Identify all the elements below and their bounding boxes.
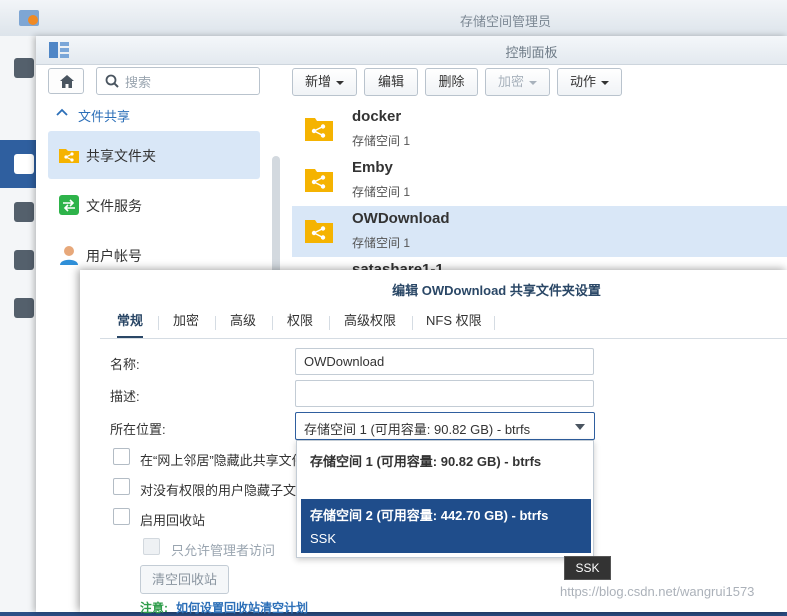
encrypt-button[interactable]: 加密 (485, 68, 550, 96)
folder-row[interactable]: docker 存储空间 1 (292, 104, 787, 155)
note: 注意: 如何设置回收站清空计划 (140, 599, 308, 616)
section-label: 文件共享 (78, 109, 131, 124)
shared-folder-icon (305, 118, 333, 141)
folder-name: docker (352, 108, 402, 125)
watermark: https://blog.csdn.net/wangrui1573 (560, 584, 755, 599)
tab-general[interactable]: 常规 (117, 308, 144, 338)
hide-network-label: 在“网上邻居”隐藏此共享文件 (140, 453, 305, 468)
chevron-down-icon (575, 424, 585, 430)
folder-name: Emby (352, 159, 393, 176)
sidebar-item-shared-folder[interactable]: 共享文件夹 (48, 131, 260, 179)
nav-label: 用户帐号 (86, 248, 142, 264)
sidebar-item-iscsi[interactable] (0, 188, 36, 236)
section-file-sharing[interactable]: 文件共享 (48, 98, 260, 128)
empty-recycle-bin-button[interactable]: 清空回收站 (140, 565, 229, 594)
chevron-down-icon (336, 80, 344, 85)
storage-manager-titlebar: 存储空间管理员 (0, 0, 787, 37)
name-label: 名称: (110, 357, 140, 372)
tab-separator (494, 316, 495, 330)
hide-network-checkbox[interactable] (113, 448, 130, 465)
sidebar-item-file-services[interactable]: 文件服务 (48, 181, 260, 229)
note-key: 注意: (140, 601, 168, 615)
shared-folder-icon (305, 220, 333, 243)
action-label: 动作 (569, 74, 596, 89)
tab-separator (272, 316, 273, 330)
iscsi-icon (14, 202, 34, 222)
admin-only-label: 只允许管理者访问 (171, 543, 276, 558)
home-button[interactable] (48, 68, 84, 94)
name-field[interactable] (295, 348, 594, 375)
encrypt-label: 加密 (497, 74, 524, 89)
dialog-title: 编辑 OWDownload 共享文件夹设置 (392, 283, 601, 298)
chevron-up-icon (56, 108, 68, 116)
shared-folder-icon (59, 149, 79, 163)
tab-separator (329, 316, 330, 330)
sidebar-item-overview[interactable] (0, 44, 36, 92)
search-input[interactable] (123, 72, 257, 92)
nav-label: 共享文件夹 (86, 148, 156, 164)
tab-separator (215, 316, 216, 330)
delete-button[interactable]: 删除 (425, 68, 478, 96)
folder-volume: 存储空间 1 (352, 236, 411, 250)
search-field[interactable] (96, 67, 260, 95)
storage-manager-title: 存储空间管理员 (459, 14, 551, 29)
tab-advanced[interactable]: 高级 (230, 308, 256, 338)
tab-separator (158, 316, 159, 330)
admin-only-checkbox[interactable] (143, 538, 160, 555)
dropdown-option-selected[interactable]: 存储空间 2 (可用容量: 442.70 GB) - btrfs SSK (301, 499, 591, 553)
description-field[interactable] (295, 380, 594, 407)
chevron-down-icon (601, 80, 609, 85)
folder-volume: 存储空间 1 (352, 134, 411, 148)
sidebar-item-hdd[interactable] (0, 236, 36, 284)
description-label: 描述: (110, 389, 140, 404)
hide-subfolders-checkbox[interactable] (113, 478, 130, 495)
option-sublabel: SSK (310, 531, 337, 546)
recycle-bin-checkbox[interactable] (113, 508, 130, 525)
sidebar-item-volume[interactable] (0, 140, 36, 188)
location-label: 所在位置: (110, 422, 166, 437)
home-icon (60, 75, 74, 88)
search-icon (105, 74, 119, 88)
hdd-icon (14, 250, 34, 270)
folder-name: OWDownload (352, 210, 450, 227)
edit-button[interactable]: 编辑 (364, 68, 418, 96)
dropdown-option[interactable]: 存储空间 1 (可用容量: 90.82 GB) - btrfs (297, 441, 593, 471)
shared-folder-icon (305, 169, 333, 192)
tab-encryption[interactable]: 加密 (173, 308, 199, 338)
tab-advanced-permissions[interactable]: 高级权限 (344, 308, 396, 338)
volume-icon (14, 154, 34, 174)
tab-nfs-permissions[interactable]: NFS 权限 (426, 308, 482, 338)
recycle-bin-label: 启用回收站 (140, 513, 206, 528)
location-dropdown-list: 存储空间 1 (可用容量: 90.82 GB) - btrfs 存储空间 2 (… (296, 440, 594, 558)
folder-row[interactable]: satashare1-1 (292, 257, 787, 271)
storage-manager-sidebar (0, 36, 37, 612)
folder-row-selected[interactable]: OWDownload 存储空间 1 (292, 206, 787, 257)
folder-row[interactable]: Emby 存储空间 1 (292, 155, 787, 206)
create-button[interactable]: 新增 (292, 68, 357, 96)
hide-subfolders-label: 对没有权限的用户隐藏子文件 (140, 483, 310, 498)
control-panel-title: 控制面板 (505, 45, 558, 60)
overview-icon (14, 58, 34, 78)
chevron-down-icon (529, 80, 537, 85)
option-label: 存储空间 2 (可用容量: 442.70 GB) - btrfs (310, 508, 549, 523)
dialog-tabs: 常规 加密 高级 权限 高级权限 NFS 权限 (100, 308, 787, 339)
tooltip: SSK (564, 556, 611, 580)
action-button[interactable]: 动作 (557, 68, 622, 96)
user-icon (60, 246, 78, 265)
tab-permissions[interactable]: 权限 (287, 308, 313, 338)
file-services-icon (59, 195, 79, 215)
nav-label: 文件服务 (86, 198, 142, 214)
hot-spare-icon (14, 298, 34, 318)
tab-separator (412, 316, 413, 330)
location-select-value: 存储空间 1 (可用容量: 90.82 GB) - btrfs (304, 422, 531, 437)
note-link[interactable]: 如何设置回收站清空计划 (176, 601, 308, 615)
control-panel-titlebar: 控制面板 (36, 36, 787, 65)
location-select[interactable]: 存储空间 1 (可用容量: 90.82 GB) - btrfs (295, 412, 595, 440)
sidebar-item-hot-spare[interactable] (0, 284, 36, 332)
option-label: 存储空间 1 (可用容量: 90.82 GB) - btrfs (310, 454, 542, 469)
create-label: 新增 (304, 74, 331, 89)
folder-volume: 存储空间 1 (352, 185, 411, 199)
